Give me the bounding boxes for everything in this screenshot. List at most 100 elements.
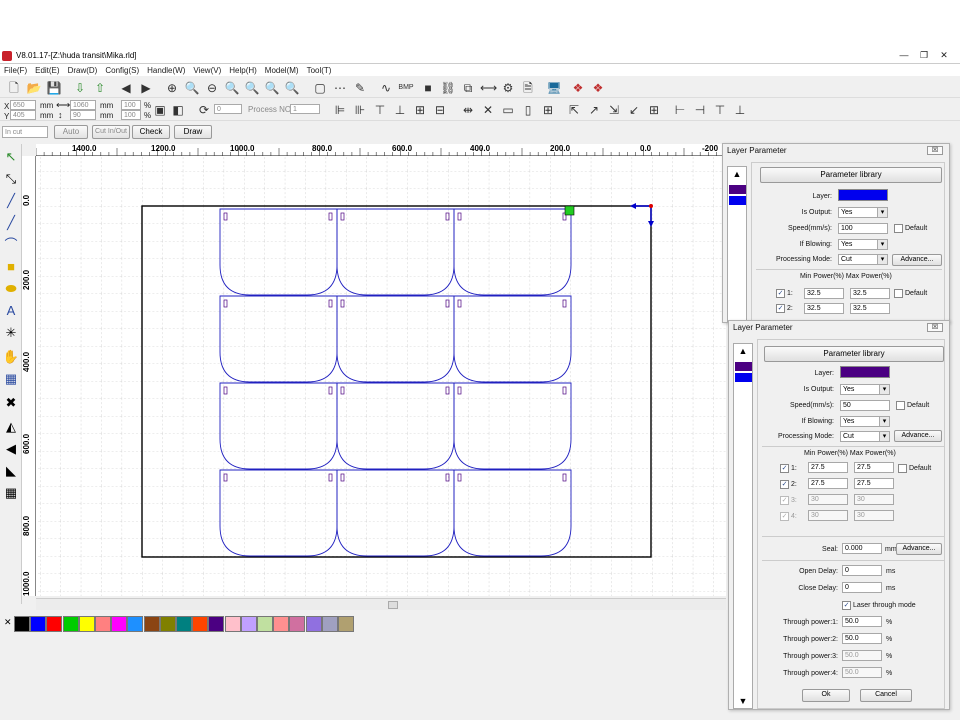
horizontal-scrollbar[interactable]: [36, 598, 726, 610]
palette-close-icon[interactable]: ✕: [4, 617, 12, 628]
layer-cell[interactable]: [729, 196, 746, 205]
scrollbar-thumb[interactable]: [388, 601, 398, 609]
through-power3-input[interactable]: 50.0: [842, 650, 882, 661]
pen-icon[interactable]: ✎: [352, 80, 368, 96]
palette-swatch[interactable]: [78, 616, 95, 632]
power2-checkbox[interactable]: ✓: [780, 480, 789, 489]
strip-down-icon[interactable]: ▼: [736, 696, 750, 706]
cancel-button[interactable]: Cancel: [860, 689, 912, 702]
curve-tool-icon[interactable]: ⌒: [2, 236, 20, 254]
menu-file[interactable]: File(F): [4, 66, 27, 75]
export-icon[interactable]: ⇧: [92, 80, 108, 96]
layer-color-swatch[interactable]: [838, 189, 888, 201]
tree-icon[interactable]: ⛓: [440, 80, 456, 96]
is-output-select[interactable]: Yes: [838, 207, 888, 218]
array2-icon[interactable]: ❖: [590, 80, 606, 96]
distribute-h-icon[interactable]: ⇹: [460, 102, 476, 118]
text-icon[interactable]: A: [2, 302, 20, 320]
machine-icon[interactable]: ⚙: [500, 80, 516, 96]
zoom-out-icon[interactable]: ⊖: [204, 80, 220, 96]
redo-icon[interactable]: ▶: [138, 80, 154, 96]
grid-array-icon[interactable]: ▦: [2, 370, 20, 388]
move-bottomright-icon[interactable]: ⇲: [606, 102, 622, 118]
layer-cell[interactable]: [735, 362, 752, 371]
distribute-v-icon[interactable]: ✕: [480, 102, 496, 118]
palette-swatch[interactable]: [289, 616, 306, 632]
power3-checkbox[interactable]: ✓: [780, 496, 789, 505]
corner-icon[interactable]: ◣: [2, 462, 20, 480]
power3-max[interactable]: 30: [854, 494, 894, 505]
rectangle-select-icon[interactable]: ▢: [312, 80, 328, 96]
layer-cell[interactable]: [729, 185, 746, 194]
power4-min[interactable]: 30: [808, 510, 848, 521]
break-icon[interactable]: ⧉: [460, 80, 476, 96]
palette-swatch[interactable]: [240, 616, 257, 632]
zoom-in-icon[interactable]: ⊕: [164, 80, 180, 96]
width-icon[interactable]: ⟷: [480, 80, 497, 96]
speed-input[interactable]: 100: [838, 223, 888, 234]
height-input[interactable]: [70, 110, 96, 120]
same-height-icon[interactable]: ▯: [520, 102, 536, 118]
zoom-plus-icon[interactable]: 🔍: [184, 80, 200, 96]
canvas-drawing[interactable]: [36, 156, 726, 596]
mirror-icon[interactable]: ◧: [170, 102, 186, 118]
menu-tool[interactable]: Tool(T): [307, 66, 332, 75]
minimize-button[interactable]: —: [894, 48, 914, 62]
power2-max[interactable]: 27.5: [854, 478, 894, 489]
power4-max[interactable]: 30: [854, 510, 894, 521]
rotate-input[interactable]: [214, 104, 242, 114]
palette-swatch[interactable]: [62, 616, 79, 632]
zoom-fit-icon[interactable]: 🔍: [224, 80, 240, 96]
speed-input[interactable]: 50: [840, 400, 890, 411]
strip-up-icon[interactable]: ▲: [730, 169, 744, 179]
same-size-icon[interactable]: ⊞: [540, 102, 556, 118]
zoom-window-icon[interactable]: 🔍: [284, 80, 300, 96]
mirror-v-icon[interactable]: ◀: [2, 440, 20, 458]
import-icon[interactable]: ⇩: [72, 80, 88, 96]
delete-icon[interactable]: ✖: [2, 394, 20, 412]
x-input[interactable]: [10, 100, 36, 110]
cut-mode-select[interactable]: [2, 126, 48, 138]
panel-close-button[interactable]: ☒: [927, 146, 943, 155]
mirror-h-icon[interactable]: ◭: [2, 418, 20, 436]
menu-model[interactable]: Model(M): [265, 66, 299, 75]
close-button[interactable]: ✕: [934, 48, 954, 62]
power2-min[interactable]: 32.5: [804, 303, 844, 314]
line-icon[interactable]: ╱: [2, 192, 20, 210]
ellipse-icon[interactable]: ⬬: [2, 280, 20, 298]
align-t-icon[interactable]: ⊤: [712, 102, 728, 118]
align-left-icon[interactable]: ⊫: [332, 102, 348, 118]
through-power1-input[interactable]: 50.0: [842, 616, 882, 627]
power1-checkbox[interactable]: ✓: [776, 289, 785, 298]
bmp-icon[interactable]: BMP: [398, 80, 414, 96]
power-default-checkbox[interactable]: [898, 464, 907, 473]
power3-min[interactable]: 30: [808, 494, 848, 505]
is-output-select[interactable]: Yes: [840, 384, 890, 395]
lock-ratio-icon[interactable]: ▣: [152, 102, 168, 118]
palette-swatch[interactable]: [176, 616, 192, 632]
palette-swatch[interactable]: [305, 616, 322, 632]
parameter-library-button[interactable]: Parameter library: [764, 346, 944, 362]
auto-button[interactable]: Auto: [54, 125, 88, 139]
move-center-icon[interactable]: ⊞: [646, 102, 662, 118]
matrix-icon[interactable]: ▦: [2, 484, 20, 502]
mode-select[interactable]: Cut: [838, 254, 888, 265]
menu-config[interactable]: Config(S): [105, 66, 139, 75]
array-icon[interactable]: ❖: [570, 80, 586, 96]
menu-handle[interactable]: Handle(W): [147, 66, 185, 75]
scale-h-input[interactable]: [121, 110, 141, 120]
laser-through-checkbox[interactable]: ✓: [842, 601, 851, 610]
process-no-input[interactable]: [290, 104, 320, 114]
through-power4-input[interactable]: 50.0: [842, 667, 882, 678]
default-checkbox[interactable]: [896, 401, 905, 410]
palette-swatch[interactable]: [143, 616, 160, 632]
align-b-icon[interactable]: ⊥: [732, 102, 748, 118]
move-bottomleft-icon[interactable]: ↙: [626, 102, 642, 118]
strip-up-icon[interactable]: ▲: [736, 346, 750, 356]
power2-checkbox[interactable]: ✓: [776, 304, 785, 313]
power1-checkbox[interactable]: ✓: [780, 464, 789, 473]
drawing-canvas[interactable]: [36, 156, 726, 596]
maximize-button[interactable]: ❐: [914, 48, 934, 62]
width-input[interactable]: [70, 100, 96, 110]
layer-color-swatch[interactable]: [840, 366, 890, 378]
